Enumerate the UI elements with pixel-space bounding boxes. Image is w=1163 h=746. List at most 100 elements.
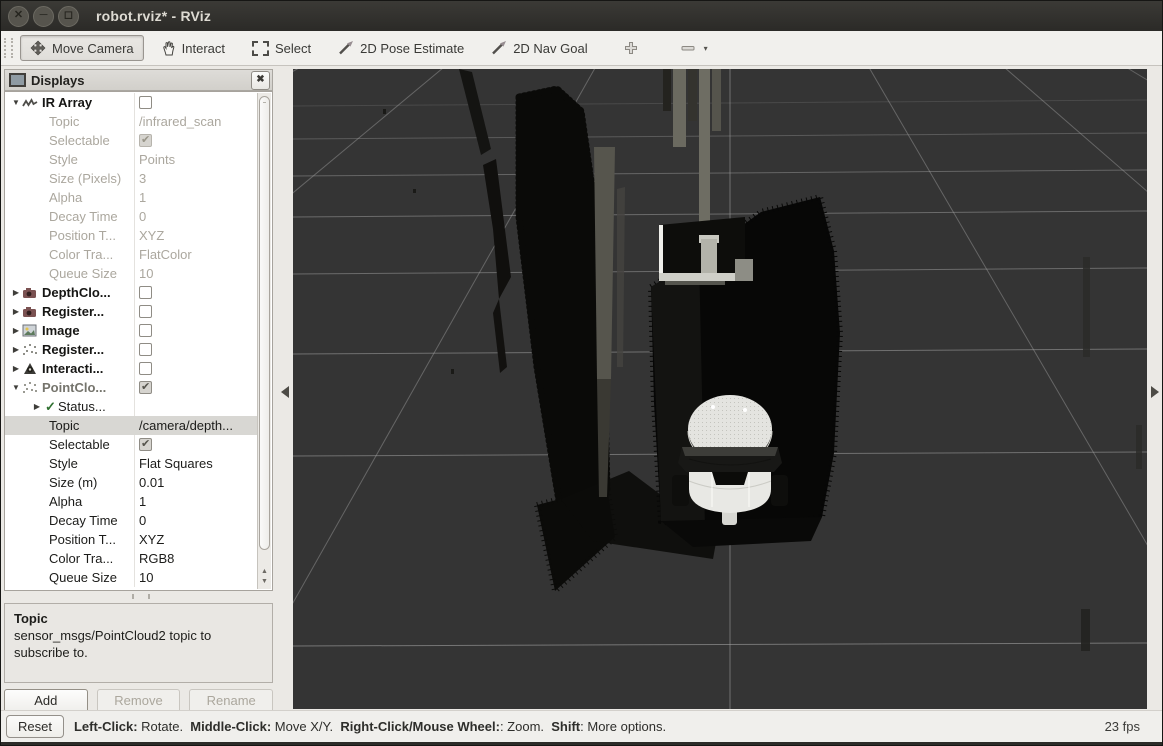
close-window-icon[interactable]: ✕ [8, 6, 29, 27]
scroll-up-icon[interactable]: ▲ [260, 567, 269, 576]
tree-row-depthcloud[interactable]: ▶ DepthClo... [5, 283, 259, 302]
maximize-window-icon[interactable]: ◻ [58, 6, 79, 27]
visibility-checkbox[interactable] [139, 381, 152, 394]
minus-icon [680, 40, 696, 56]
tool-label: Interact [182, 41, 225, 56]
select-tool[interactable]: Select [242, 36, 321, 61]
selection-box-icon [252, 41, 269, 56]
3d-view [293, 69, 1147, 709]
tree-scrollbar[interactable]: ▲ ▼ [257, 93, 271, 589]
tool-label: Select [275, 41, 311, 56]
tree-row-ir-array[interactable]: ▼ IR Array [5, 93, 259, 112]
tree-row-property[interactable]: Size (m)0.01 [5, 473, 259, 492]
displays-panel: Displays ✖ ▼ IR Array Topic/infrared_sca… [4, 67, 273, 714]
help-text: Left-Click: [74, 719, 138, 734]
selectable-checkbox[interactable] [139, 438, 152, 451]
status-ok-check-icon: ✓ [43, 399, 58, 415]
chevron-down-icon: ▾ [704, 44, 708, 53]
pointcloud-dots-icon [22, 343, 38, 356]
scroll-down-icon[interactable]: ▼ [260, 577, 269, 586]
collapse-right-panel-icon[interactable] [1151, 386, 1159, 398]
tool-label: Move Camera [52, 41, 134, 56]
render-viewport[interactable] [293, 69, 1147, 709]
help-text: Middle-Click: [190, 719, 271, 734]
tree-row-property[interactable]: StyleFlat Squares [5, 454, 259, 473]
statusbar: Reset Left-Click: Rotate. Middle-Click: … [1, 710, 1162, 742]
tree-row-interactive-markers[interactable]: ▶ Interacti... [5, 359, 259, 378]
tree-row-property[interactable]: Queue Size10 [5, 568, 259, 587]
add-tool-button[interactable] [613, 35, 649, 61]
tree-row-property[interactable]: Color Tra...FlatColor [5, 245, 259, 264]
toolbar-grip-handle[interactable] [4, 38, 13, 58]
reset-button[interactable]: Reset [6, 715, 64, 738]
pose-estimate-tool[interactable]: 2D Pose Estimate [328, 35, 474, 61]
tree-row-registered-depthcloud[interactable]: ▶ Register... [5, 302, 259, 321]
displays-tree: ▼ IR Array Topic/infrared_scan Selectabl… [4, 91, 273, 591]
display-panel-icon [9, 73, 26, 87]
tree-row-property[interactable]: Position T...XYZ [5, 226, 259, 245]
tree-row-property[interactable]: Selectable [5, 435, 259, 454]
window-title: robot.rviz* - RViz [96, 8, 211, 24]
tree-row-property[interactable]: Alpha1 [5, 492, 259, 511]
visibility-checkbox[interactable] [139, 286, 152, 299]
move-icon [30, 40, 46, 56]
panel-splitter-handle[interactable] [132, 594, 150, 599]
scrollbar-thumb[interactable] [259, 96, 270, 550]
tool-label: 2D Pose Estimate [360, 41, 464, 56]
displays-panel-header[interactable]: Displays ✖ [4, 69, 273, 91]
tree-row-property[interactable]: Color Tra...RGB8 [5, 549, 259, 568]
image-icon [22, 324, 38, 337]
pose-arrow-icon [338, 40, 354, 56]
tree-row-property[interactable]: Queue Size10 [5, 264, 259, 283]
depth-camera-icon [22, 286, 38, 299]
expander-icon[interactable]: ▼ [10, 383, 22, 392]
hand-icon [161, 40, 176, 56]
tree-row-property[interactable]: Selectable [5, 131, 259, 150]
minimize-window-icon[interactable]: ─ [33, 6, 54, 27]
rviz-window: ✕ ─ ◻ robot.rviz* - RViz Move Camera Int… [0, 0, 1163, 746]
visibility-checkbox[interactable] [139, 343, 152, 356]
help-text: Shift [551, 719, 580, 734]
nav-goal-tool[interactable]: 2D Nav Goal [481, 35, 597, 61]
tree-row-status[interactable]: ▶ ✓ Status... [5, 397, 259, 416]
visibility-checkbox[interactable] [139, 305, 152, 318]
interactive-marker-icon [22, 362, 38, 375]
tree-row-property[interactable]: Decay Time0 [5, 207, 259, 226]
description-title: Topic [14, 610, 263, 627]
tree-row-topic-selected[interactable]: Topic/camera/depth... [5, 416, 259, 435]
tree-row-property[interactable]: Alpha1 [5, 188, 259, 207]
tree-row-property[interactable]: Decay Time0 [5, 511, 259, 530]
expander-icon[interactable]: ▶ [10, 364, 22, 373]
tree-row-pointcloud2[interactable]: ▼ PointClo... [5, 378, 259, 397]
panel-title: Displays [31, 73, 84, 88]
move-camera-tool[interactable]: Move Camera [20, 35, 144, 61]
titlebar: ✕ ─ ◻ robot.rviz* - RViz [1, 1, 1162, 31]
plus-icon [623, 40, 639, 56]
expander-icon[interactable]: ▶ [31, 402, 43, 411]
waveform-icon [22, 97, 38, 109]
remove-tool-button[interactable]: ▾ [670, 35, 718, 61]
tree-row-property[interactable]: Topic/infrared_scan [5, 112, 259, 131]
help-text: : More options. [580, 719, 666, 734]
expander-icon[interactable]: ▶ [10, 345, 22, 354]
tree-row-property[interactable]: StylePoints [5, 150, 259, 169]
panel-close-icon[interactable]: ✖ [251, 71, 270, 90]
display-name: IR Array [42, 95, 92, 110]
selectable-checkbox[interactable] [139, 134, 152, 147]
visibility-checkbox[interactable] [139, 96, 152, 109]
description-body: sensor_msgs/PointCloud2 topic to subscri… [14, 627, 263, 661]
collapse-left-panel-icon[interactable] [281, 386, 289, 398]
goal-arrow-icon [491, 40, 507, 56]
tree-row-registered-pointcloud[interactable]: ▶ Register... [5, 340, 259, 359]
visibility-checkbox[interactable] [139, 362, 152, 375]
tree-row-property[interactable]: Size (Pixels)3 [5, 169, 259, 188]
expander-icon[interactable]: ▶ [10, 288, 22, 297]
tree-row-image[interactable]: ▶ Image [5, 321, 259, 340]
tree-row-property[interactable]: Position T...XYZ [5, 530, 259, 549]
interact-tool[interactable]: Interact [151, 35, 235, 61]
pointcloud-dots-icon [22, 381, 38, 394]
visibility-checkbox[interactable] [139, 324, 152, 337]
expander-icon[interactable]: ▼ [10, 98, 22, 107]
expander-icon[interactable]: ▶ [10, 307, 22, 316]
expander-icon[interactable]: ▶ [10, 326, 22, 335]
